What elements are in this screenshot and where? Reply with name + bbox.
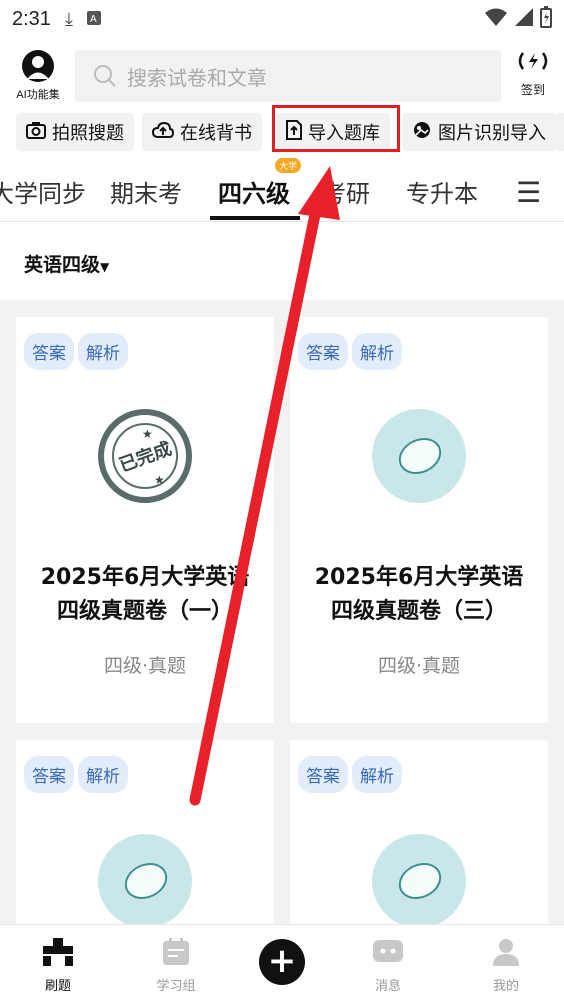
calendar-icon bbox=[136, 935, 216, 969]
chat-icon bbox=[348, 935, 428, 969]
nav-practice-label: 刷题 bbox=[44, 979, 71, 994]
nav-messages[interactable]: 消息 bbox=[348, 935, 428, 994]
add-button[interactable]: + bbox=[259, 939, 305, 985]
nav-profile-label: 我的 bbox=[492, 979, 519, 994]
nav-profile[interactable]: 我的 bbox=[466, 935, 546, 994]
nav-practice[interactable]: 刷题 bbox=[18, 935, 98, 994]
nav-messages-label: 消息 bbox=[374, 979, 401, 994]
practice-icon bbox=[18, 935, 98, 969]
nav-study-group[interactable]: 学习组 bbox=[136, 935, 216, 994]
annotation-arrow bbox=[189, 166, 340, 806]
nav-study-group-label: 学习组 bbox=[156, 979, 196, 994]
person-icon bbox=[466, 935, 546, 969]
bottom-nav: 刷题 学习组 + 消息 我的 bbox=[0, 924, 564, 1002]
